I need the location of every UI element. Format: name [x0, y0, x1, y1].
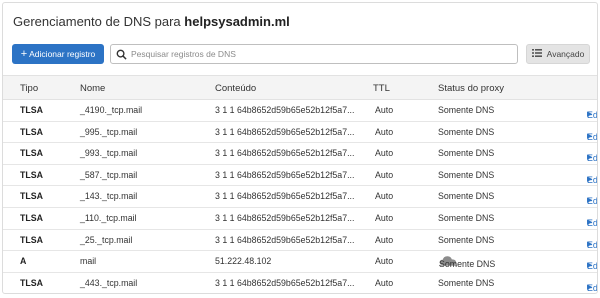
- search-box[interactable]: [110, 44, 518, 64]
- record-name: _25._tcp.mail: [80, 234, 133, 245]
- table-body: TLSA _4190._tcp.mail 3 1 1 64b8652d59b65e5…: [3, 100, 597, 293]
- record-type: TLSA: [20, 148, 43, 159]
- record-content: 3 1 1 64b8652d59b65e52b12f5a7...: [215, 148, 355, 159]
- table-row[interactable]: TLSA _143._tcp.mail 3 1 1 64b8652d59b65e52…: [3, 186, 597, 208]
- proxy-status-label: Somente DNS: [438, 234, 495, 245]
- proxy-status-label: Somente DNS: [439, 259, 496, 270]
- add-record-button[interactable]: + Adicionar registro: [12, 44, 104, 64]
- record-type: TLSA: [20, 277, 43, 288]
- record-ttl: Auto: [375, 126, 394, 137]
- caret-right-icon: ▶: [587, 154, 593, 162]
- record-type: TLSA: [20, 105, 43, 115]
- caret-right-icon: ▶: [587, 197, 593, 205]
- list-icon: [531, 49, 542, 59]
- toolbar: + Adicionar registro Avançado: [12, 44, 590, 65]
- plus-icon: +: [20, 47, 28, 60]
- record-ttl: Auto: [375, 191, 394, 202]
- caret-right-icon: ▶: [587, 175, 593, 183]
- column-header-name[interactable]: Nome: [80, 83, 105, 94]
- record-name: _995._tcp.mail: [80, 126, 138, 137]
- table-row[interactable]: TLSA _25._tcp.mail 3 1 1 64b8652d59b65e52b…: [3, 230, 597, 252]
- add-record-label: Adicionar registro: [29, 49, 96, 59]
- table-row[interactable]: TLSA _993._tcp.mail 3 1 1 64b8652d59b65e52…: [3, 143, 597, 165]
- proxy-status: Somente DNS: [439, 254, 495, 269]
- proxy-status-label: Somente DNS: [438, 126, 495, 137]
- search-input[interactable]: [131, 49, 511, 59]
- column-header-proxy-status[interactable]: Status do proxy: [438, 83, 504, 94]
- record-ttl: Auto: [375, 169, 394, 180]
- record-content: 3 1 1 64b8652d59b65e52b12f5a7...: [215, 169, 355, 180]
- record-ttl: Auto: [375, 148, 394, 159]
- record-name: mail: [80, 256, 97, 267]
- proxy-status-label: Somente DNS: [438, 105, 495, 115]
- advanced-button[interactable]: Avançado: [526, 44, 590, 64]
- record-content: 51.222.48.102: [215, 256, 272, 267]
- page-title: Gerenciamento de DNS para helpsysadmin.m…: [13, 14, 290, 29]
- table-row[interactable]: TLSA _443._tcp.mail 3 1 1 64b8652d59b65e52…: [3, 273, 597, 293]
- record-ttl: Auto: [375, 105, 394, 115]
- caret-right-icon: ▶: [587, 283, 593, 291]
- record-ttl: Auto: [375, 277, 394, 288]
- record-name: _993._tcp.mail: [80, 148, 138, 159]
- record-content: 3 1 1 64b8652d59b65e52b12f5a7...: [215, 212, 355, 223]
- record-ttl: Auto: [375, 256, 394, 267]
- dns-records-table: Tipo Nome Conteúdo TTL Status do proxy T…: [3, 75, 597, 293]
- record-name: _110._tcp.mail: [80, 212, 137, 223]
- column-header-content[interactable]: Conteúdo: [215, 83, 256, 94]
- record-type: TLSA: [20, 234, 43, 245]
- page-title-domain: helpsysadmin.ml: [184, 14, 290, 29]
- page-title-prefix: Gerenciamento de DNS para: [13, 14, 181, 29]
- record-name: _443._tcp.mail: [80, 277, 138, 288]
- record-ttl: Auto: [375, 234, 394, 245]
- column-header-ttl[interactable]: TTL: [373, 83, 390, 94]
- record-content: 3 1 1 64b8652d59b65e52b12f5a7...: [215, 234, 355, 245]
- record-content: 3 1 1 64b8652d59b65e52b12f5a7...: [215, 277, 355, 288]
- caret-right-icon: ▶: [587, 132, 593, 140]
- proxy-status-label: Somente DNS: [438, 277, 495, 288]
- record-type: TLSA: [20, 169, 43, 180]
- proxy-status-label: Somente DNS: [438, 212, 495, 223]
- proxy-status-label: Somente DNS: [438, 191, 495, 202]
- table-row[interactable]: TLSA _110._tcp.mail 3 1 1 64b8652d59b65e52…: [3, 208, 597, 230]
- table-row[interactable]: TLSA _4190._tcp.mail 3 1 1 64b8652d59b65e5…: [3, 100, 597, 122]
- table-row[interactable]: TLSA _587._tcp.mail 3 1 1 64b8652d59b65e52…: [3, 165, 597, 187]
- caret-right-icon: ▶: [587, 240, 593, 248]
- table-header: Tipo Nome Conteúdo TTL Status do proxy: [3, 75, 597, 100]
- caret-right-icon: ▶: [587, 262, 593, 270]
- table-row[interactable]: TLSA _995._tcp.mail 3 1 1 64b8652d59b65e52…: [3, 122, 597, 144]
- record-name: _143._tcp.mail: [80, 191, 138, 202]
- record-type: TLSA: [20, 191, 43, 202]
- search-icon: [115, 48, 127, 60]
- column-header-type[interactable]: Tipo: [20, 83, 38, 94]
- record-ttl: Auto: [375, 212, 394, 223]
- proxy-status-label: Somente DNS: [438, 148, 495, 159]
- caret-right-icon: ▶: [587, 218, 593, 226]
- record-type: A: [20, 256, 27, 267]
- record-content: 3 1 1 64b8652d59b65e52b12f5a7...: [215, 191, 355, 202]
- record-content: 3 1 1 64b8652d59b65e52b12f5a7...: [215, 126, 355, 137]
- advanced-label: Avançado: [546, 49, 585, 59]
- table-row[interactable]: Amail51.222.48.102AutoSomente DNSEditar▶: [3, 251, 597, 273]
- proxy-status-label: Somente DNS: [438, 169, 495, 180]
- record-name: _587._tcp.mail: [80, 169, 138, 180]
- record-name: _4190._tcp.mail: [80, 105, 143, 115]
- record-type: TLSA: [20, 212, 43, 223]
- record-type: TLSA: [20, 126, 43, 137]
- caret-right-icon: ▶: [587, 111, 593, 118]
- dns-management-panel: Gerenciamento de DNS para helpsysadmin.m…: [2, 2, 598, 294]
- record-content: 3 1 1 64b8652d59b65e52b12f5a7...: [215, 105, 355, 115]
